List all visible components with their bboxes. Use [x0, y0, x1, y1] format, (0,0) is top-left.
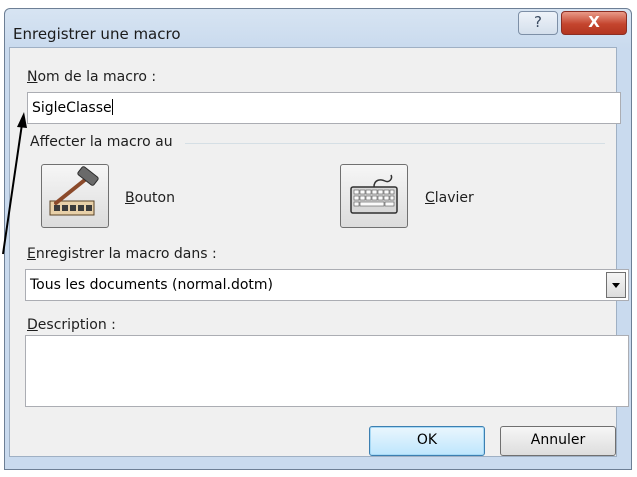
description-textarea[interactable] — [25, 335, 629, 407]
question-mark-icon: ? — [534, 13, 542, 31]
label-text: lavier — [434, 190, 474, 206]
accel-key: E — [27, 246, 36, 262]
macro-name-input[interactable]: SigleClasse — [27, 92, 621, 124]
label-text: nregistrer la macro dans : — [35, 246, 217, 262]
label-text: outon — [134, 190, 175, 206]
close-icon: X — [588, 13, 600, 31]
keyboard-icon — [350, 174, 398, 214]
assign-group-label: Affecter la macro au — [30, 134, 173, 150]
label-text: om de la macro : — [37, 69, 157, 85]
store-in-label: Enregistrer la macro dans : — [27, 246, 217, 262]
hammer-toolbar-icon — [49, 166, 99, 216]
store-in-selected-value: Tous les documents (normal.dotm) — [30, 277, 273, 293]
accel-key: B — [125, 190, 135, 206]
store-in-select[interactable]: Tous les documents (normal.dotm) — [25, 269, 629, 301]
ok-button[interactable]: OK — [369, 426, 485, 456]
assign-keyboard-button[interactable] — [340, 164, 408, 228]
assign-keyboard-label: Clavier — [425, 190, 474, 206]
cancel-button[interactable]: Annuler — [500, 426, 616, 456]
assign-button-label: Bouton — [125, 190, 175, 206]
accel-key: D — [27, 317, 38, 333]
description-label: Description : — [27, 317, 116, 333]
text-caret — [111, 99, 113, 115]
accel-key: C — [425, 190, 435, 206]
accel-key: N — [27, 69, 38, 85]
label-text: escription : — [37, 317, 116, 333]
close-button[interactable]: X — [561, 11, 627, 35]
chevron-down-icon[interactable] — [606, 272, 626, 298]
macro-name-value: SigleClasse — [32, 100, 112, 116]
help-button[interactable]: ? — [518, 11, 558, 35]
group-divider — [185, 143, 605, 144]
assign-button-button[interactable] — [41, 164, 109, 228]
macro-name-label: Nom de la macro : — [27, 69, 156, 85]
window-title: Enregistrer une macro — [13, 25, 181, 43]
